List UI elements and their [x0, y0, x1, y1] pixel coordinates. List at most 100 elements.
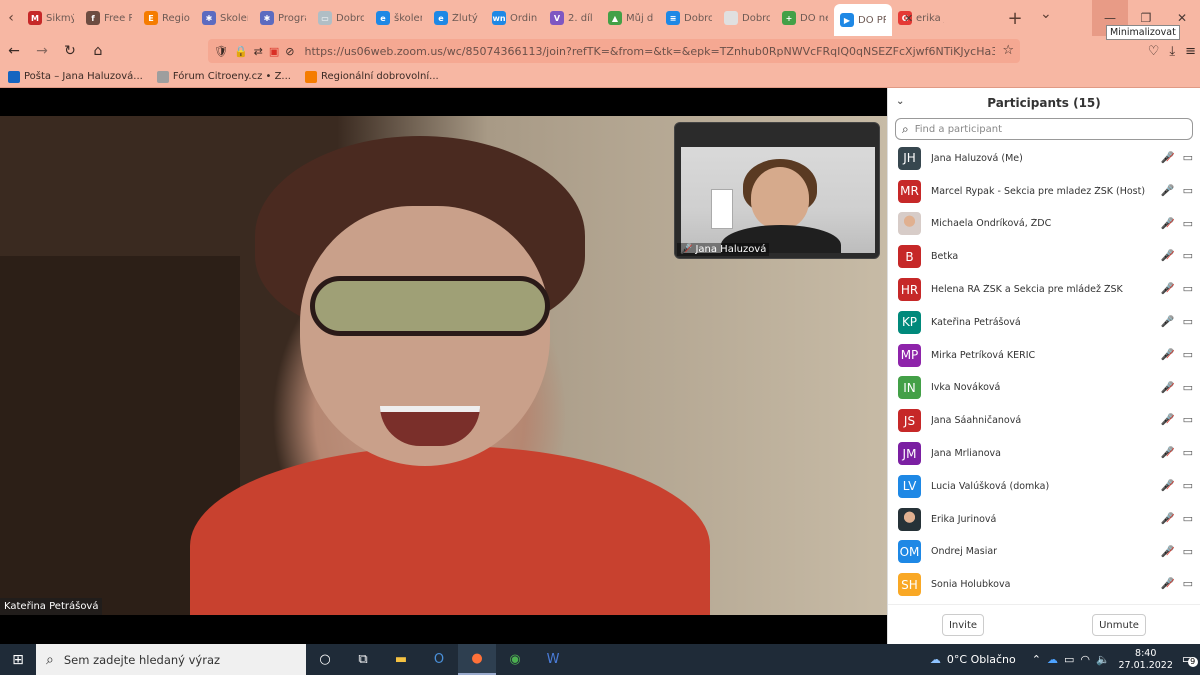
participant-row[interactable]: JM Jana Mrlianova 🎤̸ ▭	[888, 437, 1200, 470]
file-explorer-icon[interactable]: ▬	[382, 644, 420, 675]
autoplay-blocked-icon[interactable]: ⊘	[285, 45, 294, 58]
self-view-label: 🎤̸ Jana Haluzová	[677, 243, 770, 256]
task-view-icon[interactable]: ⧉	[344, 644, 382, 675]
bookmark-item[interactable]: Pošta – Jana Haluzová...	[8, 70, 143, 83]
cortana-icon[interactable]: ○	[306, 644, 344, 675]
tab-close-icon[interactable]: ✕	[898, 4, 919, 32]
clock[interactable]: 8:40 27.01.2022	[1116, 648, 1176, 672]
reload-icon[interactable]: ↻	[56, 43, 84, 59]
chrome-icon[interactable]: ◉	[496, 644, 534, 675]
browser-tab[interactable]: wn Ordin	[486, 0, 544, 36]
tab-favicon-icon: +	[782, 11, 796, 25]
mic-on-icon: 🎤	[1160, 183, 1175, 197]
browser-tab[interactable]: ▲ Můj d	[602, 0, 660, 36]
home-icon[interactable]: ⌂	[84, 43, 112, 59]
camera-blocked-icon[interactable]: ▣	[269, 45, 279, 58]
self-view-name: Jana Haluzová	[695, 244, 767, 255]
tab-favicon-icon: ▭	[318, 11, 332, 25]
mic-muted-icon: 🎤̸	[1160, 577, 1175, 591]
browser-tab[interactable]: E Regio	[138, 0, 196, 36]
browser-tab[interactable]: Dobrora	[718, 0, 776, 36]
tab-scroll-left-icon[interactable]: ‹	[0, 10, 22, 26]
participant-row[interactable]: MP Mirka Petríková KERIC 🎤̸ ▭	[888, 339, 1200, 372]
participant-row[interactable]: IN Ivka Nováková 🎤̸ ▭	[888, 372, 1200, 405]
participant-avatar: B	[898, 245, 921, 269]
participant-row[interactable]: MR Marcel Rypak - Sekcia pre mladez ŽSK (…	[888, 175, 1200, 208]
weather-text[interactable]: 0°C Oblačno	[947, 653, 1016, 666]
participant-avatar: JS	[898, 409, 921, 433]
tab-label: erika j	[916, 12, 944, 24]
invite-button[interactable]: Invite	[942, 614, 984, 636]
downloads-icon[interactable]: ⤓	[1169, 44, 1175, 59]
browser-tab[interactable]: f Free P	[80, 0, 138, 36]
pocket-icon[interactable]: ♡	[1148, 44, 1160, 59]
word-icon[interactable]: W	[534, 644, 572, 675]
browser-tab[interactable]: e Žlutý	[428, 0, 486, 36]
url-bar[interactable]: 🛡 🔒 ⇄ ▣ ⊘ https://us06web.zoom.us/wc/850…	[208, 39, 1020, 63]
browser-tab[interactable]: ✱ Progra	[254, 0, 312, 36]
bookmark-label: Regionální dobrovolní...	[320, 71, 439, 82]
participant-row[interactable]: KP Kateřina Petrášová 🎤 ▭	[888, 306, 1200, 339]
notification-icon[interactable]: ▭9	[1182, 652, 1198, 667]
participant-avatar: OM	[898, 540, 921, 564]
outlook-icon[interactable]: O	[420, 644, 458, 675]
participant-avatar: KP	[898, 310, 921, 334]
participant-row[interactable]: JS Jana Sáahničanová 🎤̸ ▭	[888, 404, 1200, 437]
participant-row[interactable]: SH Sonia Holubkova 🎤̸ ▭	[888, 568, 1200, 601]
tab-label: Dobrora	[742, 12, 770, 24]
browser-tab[interactable]: ≡ Dobro	[660, 0, 718, 36]
shield-icon[interactable]: 🛡	[214, 45, 228, 58]
self-view-video[interactable]: 🎤̸ Jana Haluzová	[674, 122, 880, 259]
back-arrow-icon[interactable]: ←	[0, 43, 28, 59]
browser-tab[interactable]: V 2. díl	[544, 0, 602, 36]
participant-row[interactable]: B Betka 🎤̸ ▭	[888, 240, 1200, 273]
volume-icon[interactable]: 🔈	[1096, 653, 1110, 666]
browser-tab[interactable]: eškolen	[370, 0, 428, 36]
bookmark-item[interactable]: Regionální dobrovolní...	[304, 70, 439, 83]
participant-name: Erika Jurinová	[931, 513, 997, 525]
minimize-tooltip: Minimalizovat	[1106, 25, 1180, 40]
onedrive-icon[interactable]: ☁	[1047, 653, 1058, 666]
firefox-icon[interactable]: ●	[458, 644, 496, 675]
participant-avatar	[898, 507, 921, 531]
tab-label: Žlutý	[452, 12, 478, 24]
tab-label: 2. díl	[568, 12, 593, 24]
menu-icon[interactable]: ≡	[1185, 44, 1196, 59]
new-tab-button[interactable]: +	[1000, 8, 1030, 29]
taskbar-search-input[interactable]: ⌕ Sem zadejte hledaný výraz	[36, 644, 306, 675]
browser-tab[interactable]: + DO ne	[776, 0, 834, 36]
forward-arrow-icon[interactable]: →	[28, 43, 56, 59]
mic-muted-icon: 🎤̸	[1160, 282, 1175, 296]
participant-row[interactable]: Michaela Ondríková, ŽDC 🎤̸ ▭	[888, 208, 1200, 241]
windows-start-icon[interactable]: ⊞	[0, 652, 36, 668]
participant-row[interactable]: LV Lucia Valúšková (domka) 🎤̸ ▭	[888, 470, 1200, 503]
participant-row[interactable]: Erika Jurinová 🎤̸ ▭	[888, 503, 1200, 536]
bookmark-item[interactable]: Fórum Citroeny.cz • Z...	[156, 70, 291, 83]
participant-row[interactable]: HR Helena RA ŽSK a Sekcia pre mládež ŽSK 🎤…	[888, 273, 1200, 306]
collapse-chevron-icon[interactable]: ⌄	[896, 96, 904, 107]
camera-icon: ▭	[1182, 544, 1193, 558]
participant-row[interactable]: OM Ondrej Masiar 🎤̸ ▭	[888, 536, 1200, 569]
tray-chevron-icon[interactable]: ⌃	[1032, 653, 1041, 666]
bookmark-star-icon[interactable]: ☆	[1002, 43, 1014, 58]
tab-list-icon[interactable]: ⌄	[1040, 6, 1052, 22]
participant-search-input[interactable]: ⌕ Find a participant	[895, 118, 1193, 140]
browser-tab[interactable]: ▭ Dobro	[312, 0, 370, 36]
battery-icon[interactable]: ▭	[1064, 653, 1074, 666]
browser-tab[interactable]: M Šikmý	[22, 0, 80, 36]
browser-tab[interactable]: ✱ Školen	[196, 0, 254, 36]
permissions-icon[interactable]: ⇄	[254, 45, 263, 58]
weather-icon[interactable]: ☁	[930, 653, 941, 666]
network-icon[interactable]: ◠	[1080, 653, 1090, 666]
participant-row[interactable]: JH Jana Haluzová (Me) 🎤̸ ▭	[888, 142, 1200, 175]
url-text[interactable]: https://us06web.zoom.us/wc/85074366113/j…	[305, 45, 995, 58]
mic-muted-icon: 🎤̸	[1160, 249, 1175, 263]
lock-icon[interactable]: 🔒	[234, 45, 248, 58]
tab-label: školen	[394, 12, 422, 24]
unmute-all-button[interactable]: Unmute	[1092, 614, 1146, 636]
tab-label: Progra	[278, 12, 306, 24]
browser-tab[interactable]: ▶ DO PŘE	[834, 4, 892, 36]
tab-label: DO ne	[800, 12, 828, 24]
camera-icon: ▭	[1182, 446, 1193, 460]
participant-status: 🎤̸ ▭	[1161, 479, 1193, 492]
